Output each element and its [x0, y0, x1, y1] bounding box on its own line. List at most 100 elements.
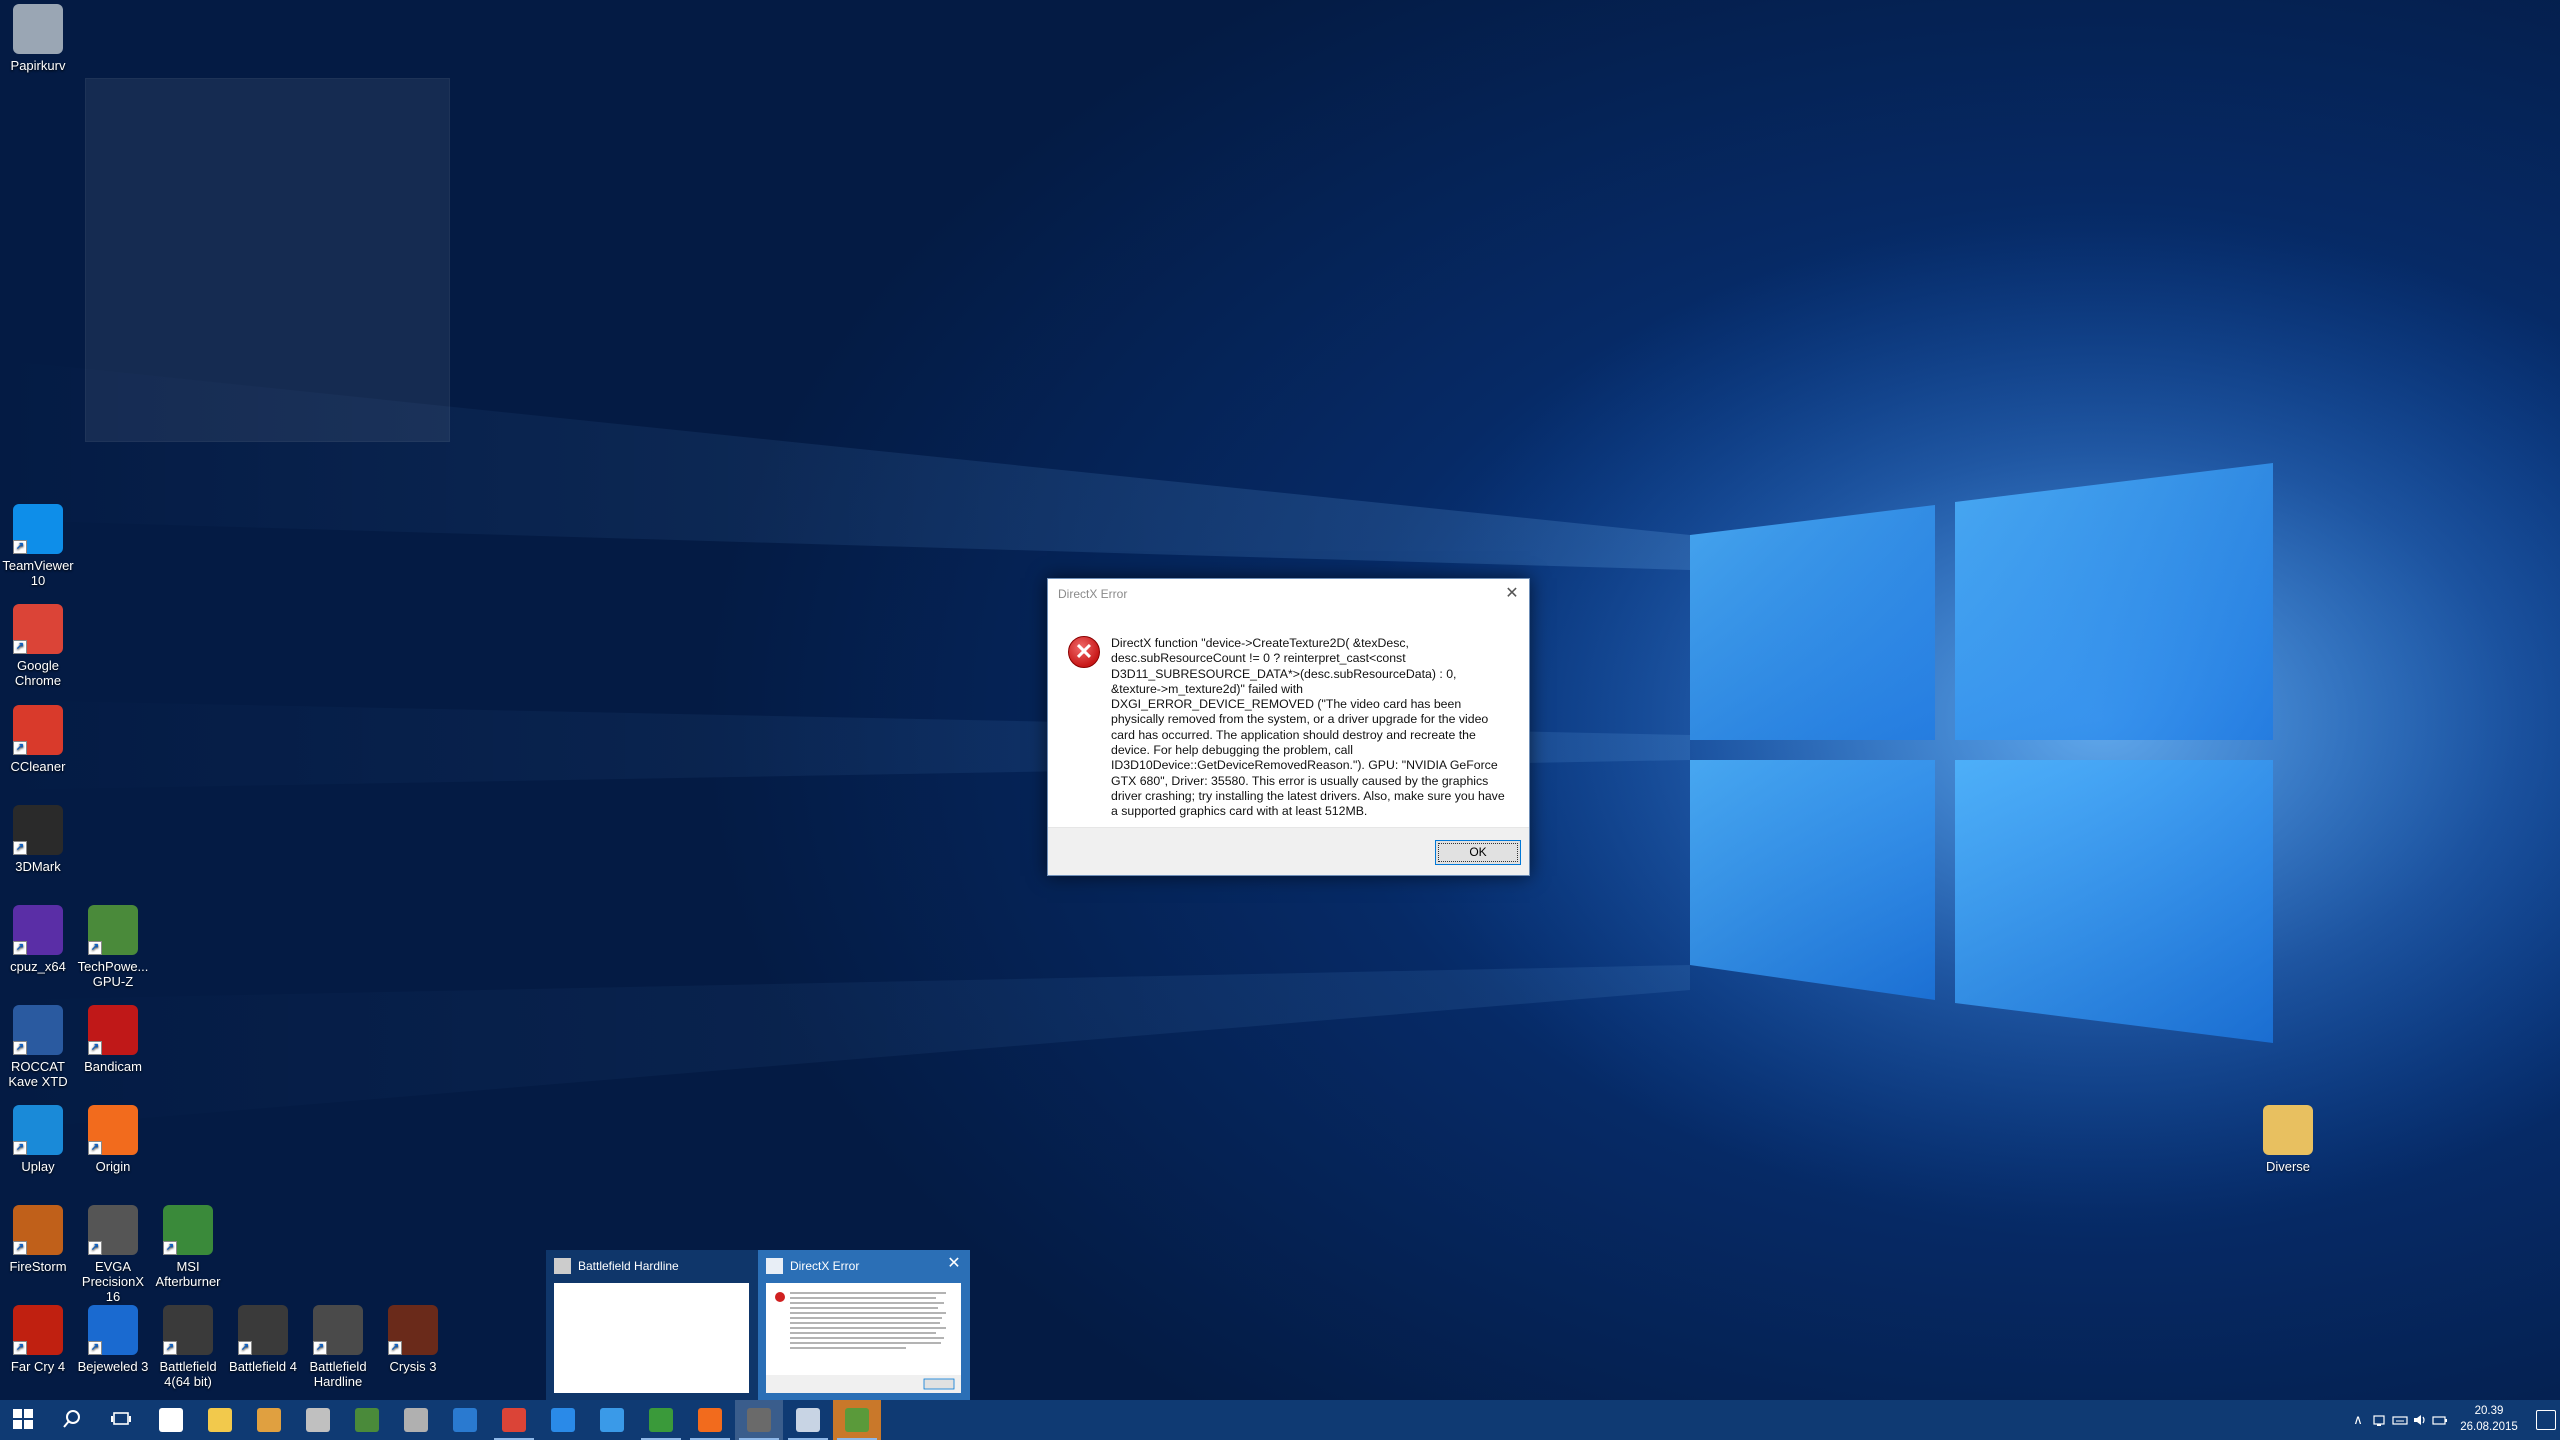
- roccat-icon: ↗: [13, 1005, 63, 1055]
- desktop-icon-label: ROCCAT Kave XTD: [8, 1059, 68, 1089]
- desktop-icon-diverse[interactable]: Diverse: [2250, 1105, 2326, 1174]
- recycle-bin-icon: [13, 4, 63, 54]
- taskbar-explorer-button[interactable]: [196, 1400, 244, 1440]
- mail-icon: [453, 1408, 477, 1432]
- desktop-icon-label: TechPowe... GPU-Z: [77, 959, 149, 989]
- taskbar-tool1-button[interactable]: [294, 1400, 342, 1440]
- dialog-title: DirectX Error: [1058, 587, 1128, 601]
- origin-icon: ↗: [88, 1105, 138, 1155]
- taskbar-paint-button[interactable]: [833, 1400, 881, 1440]
- file-explorer-icon: [208, 1408, 232, 1432]
- taskbar-bfh-button[interactable]: [735, 1400, 783, 1440]
- uplay-icon: ↗: [13, 1105, 63, 1155]
- taskbar-media-button[interactable]: [245, 1400, 293, 1440]
- taskbar-store-button[interactable]: [147, 1400, 195, 1440]
- desktop-icon-crysis3[interactable]: ↗ Crysis 3: [375, 1305, 451, 1374]
- shortcut-arrow-icon: ↗: [13, 1141, 27, 1155]
- desktop-icon-label: Google Chrome: [14, 658, 62, 688]
- desktop-icon-3dmark[interactable]: ↗ 3DMark: [0, 805, 76, 874]
- taskbar-ie-button[interactable]: [588, 1400, 636, 1440]
- shortcut-arrow-icon: ↗: [238, 1341, 252, 1355]
- taskbar-gpuz-button[interactable]: [343, 1400, 391, 1440]
- task-view-icon: [110, 1408, 134, 1432]
- gpuz-icon: ↗: [88, 905, 138, 955]
- chrome-icon: ↗: [13, 604, 63, 654]
- thumbnail-title-text: Battlefield Hardline: [578, 1259, 679, 1273]
- shortcut-arrow-icon: ↗: [388, 1341, 402, 1355]
- desktop-icon-recycle[interactable]: Papirkurv: [0, 4, 76, 73]
- desktop-icon-bejeweled[interactable]: ↗ Bejeweled 3: [75, 1305, 151, 1374]
- desktop-icon-bf4x64[interactable]: ↗ Battlefield 4(64 bit): [150, 1305, 226, 1389]
- taskbar-dxerror-button[interactable]: [784, 1400, 832, 1440]
- taskbar-thumbnail-previews: Battlefield Hardline DirectX Error ✕: [546, 1250, 970, 1400]
- show-hidden-icons-icon[interactable]: ∧: [2350, 1412, 2366, 1428]
- taskbar-chrome-button[interactable]: [490, 1400, 538, 1440]
- store-icon: [159, 1408, 183, 1432]
- battlefield-hardline-icon: [554, 1258, 571, 1274]
- desktop-icon-label: TeamViewer 10: [2, 558, 74, 588]
- taskbar-origin-button[interactable]: [686, 1400, 734, 1440]
- cpuz-icon: ↗: [13, 905, 63, 955]
- desktop-icon-farcry4[interactable]: ↗ Far Cry 4: [0, 1305, 76, 1374]
- thumbnail-battlefield-hardline[interactable]: Battlefield Hardline: [546, 1250, 758, 1400]
- taskbar-tool2-button[interactable]: [392, 1400, 440, 1440]
- keyboard-icon[interactable]: [2392, 1412, 2408, 1428]
- thumbnail-directx-error[interactable]: DirectX Error ✕: [758, 1250, 970, 1400]
- taskbar-start-button[interactable]: [0, 1400, 48, 1440]
- close-icon[interactable]: ✕: [1501, 583, 1523, 605]
- desktop-icon-bandicam[interactable]: ↗ Bandicam: [75, 1005, 151, 1074]
- ok-button[interactable]: OK: [1435, 840, 1521, 865]
- thumbnail-preview[interactable]: [766, 1283, 961, 1393]
- shortcut-arrow-icon: ↗: [88, 1341, 102, 1355]
- shortcut-arrow-icon: ↗: [88, 1241, 102, 1255]
- taskbar-taskview-button[interactable]: [98, 1400, 146, 1440]
- taskbar-search-button[interactable]: [49, 1400, 97, 1440]
- volume-icon[interactable]: [2412, 1412, 2428, 1428]
- shortcut-arrow-icon: ↗: [13, 1341, 27, 1355]
- desktop-icon-firestorm[interactable]: ↗ FireStorm: [0, 1205, 76, 1274]
- firestorm-icon: ↗: [13, 1205, 63, 1255]
- desktop-icon-label: Diverse: [2265, 1159, 2311, 1174]
- shortcut-arrow-icon: ↗: [13, 841, 27, 855]
- shortcut-arrow-icon: ↗: [13, 640, 27, 654]
- desktop-icon-label: 3DMark: [15, 859, 61, 874]
- desktop-icon-gpuz[interactable]: ↗ TechPowe... GPU-Z: [75, 905, 151, 989]
- desktop-icon-label: Origin: [95, 1159, 131, 1174]
- close-icon[interactable]: ✕: [946, 1256, 962, 1272]
- system-tray: ∧ 20.39 26.08.2015: [2350, 1400, 2560, 1440]
- shortcut-arrow-icon: ↗: [13, 1241, 27, 1255]
- shortcut-arrow-icon: ↗: [13, 741, 27, 755]
- battlefield4-icon: ↗: [163, 1305, 213, 1355]
- desktop-icon-evga[interactable]: ↗ EVGA PrecisionX 16: [75, 1205, 151, 1304]
- error-message: DirectX function "device->CreateTexture2…: [1111, 636, 1505, 819]
- desktop[interactable]: Papirkurv ↗ TeamViewer 10 ↗ Google Chrome ↗ CC…: [0, 0, 2560, 1400]
- network-icon[interactable]: [2372, 1412, 2388, 1428]
- desktop-icon-bf4[interactable]: ↗ Battlefield 4: [225, 1305, 301, 1374]
- thumbnail-preview[interactable]: [554, 1283, 749, 1393]
- desktop-icon-bfh[interactable]: ↗ Battlefield Hardline: [300, 1305, 376, 1389]
- thumbnail-title: Battlefield Hardline: [554, 1255, 679, 1277]
- taskbar-edge-button[interactable]: [539, 1400, 587, 1440]
- desktop-icon-msi[interactable]: ↗ MSI Afterburner: [150, 1205, 226, 1289]
- desktop-icon-chrome[interactable]: ↗ Google Chrome: [0, 604, 76, 688]
- thumbnail-title-text: DirectX Error: [790, 1259, 860, 1273]
- desktop-icon-label: Bandicam: [84, 1059, 142, 1074]
- desktop-icon-ccleaner[interactable]: ↗ CCleaner: [0, 705, 76, 774]
- desktop-icon-label: Bejeweled 3: [77, 1359, 149, 1374]
- battery-icon[interactable]: [2432, 1412, 2448, 1428]
- bandicam-icon: ↗: [88, 1005, 138, 1055]
- taskbar-outlook-button[interactable]: [441, 1400, 489, 1440]
- chrome-icon: [502, 1408, 526, 1432]
- desktop-icon-origin[interactable]: ↗ Origin: [75, 1105, 151, 1174]
- desktop-icon-teamviewer[interactable]: ↗ TeamViewer 10: [0, 504, 76, 588]
- battlefield-hardline-icon: [747, 1408, 771, 1432]
- directx-error-dialog[interactable]: DirectX Error ✕ ✕ DirectX function "devi…: [1047, 578, 1530, 876]
- taskbar-xbox-button[interactable]: [637, 1400, 685, 1440]
- desktop-icon-roccat[interactable]: ↗ ROCCAT Kave XTD: [0, 1005, 76, 1089]
- desktop-icon-uplay[interactable]: ↗ Uplay: [0, 1105, 76, 1174]
- desktop-icon-cpuz[interactable]: ↗ cpuz_x64: [0, 905, 76, 974]
- ccleaner-icon: ↗: [13, 705, 63, 755]
- clock[interactable]: 20.39 26.08.2015: [2454, 1403, 2524, 1435]
- action-center-icon[interactable]: [2536, 1410, 2556, 1430]
- hardware-icon: [404, 1408, 428, 1432]
